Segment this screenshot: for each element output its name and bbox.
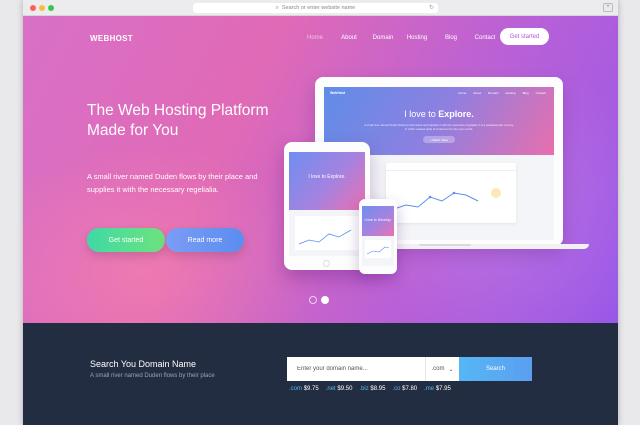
domain-search-section: Search You Domain Name A small river nam… [23, 323, 618, 425]
nav-hosting[interactable]: Hosting [400, 33, 434, 43]
tld-select[interactable]: .com ⌄ [425, 357, 459, 381]
tld-price-item: .co $7.80 [392, 386, 417, 392]
chevron-down-icon: ⌄ [448, 366, 454, 373]
maximize-window-button[interactable] [48, 5, 54, 11]
tld-price: $7.95 [435, 386, 451, 392]
tld-name: .me [424, 386, 435, 392]
tld-price-item: .net $9.50 [326, 386, 353, 392]
site-logo[interactable]: WEBHOST [90, 34, 133, 43]
laptop-nav-item: Blog [522, 91, 529, 95]
header-get-started-button[interactable]: Get started [500, 28, 549, 45]
nav-domain[interactable]: Domain [366, 33, 400, 43]
tablet-chart [295, 216, 359, 250]
laptop-title-prefix: I love to [404, 109, 439, 119]
laptop-watch-button: + Watch Video [423, 136, 455, 143]
slide-dot-1[interactable] [309, 296, 317, 304]
laptop-panel-header [386, 163, 516, 171]
laptop-title: I love to Explore. [324, 109, 554, 119]
tld-price: $8.95 [370, 386, 386, 392]
reload-icon[interactable]: ↻ [429, 4, 434, 11]
hero-subtitle: A small river named Duden flows by their… [87, 172, 258, 194]
tablet-hero: I love to Explore. [289, 152, 365, 210]
laptop-nav-item: Home [458, 91, 467, 95]
tld-price: $9.50 [337, 386, 353, 392]
laptop-title-bold: Explore. [438, 109, 474, 119]
phone-chart [365, 240, 391, 258]
tld-name: .co [392, 386, 401, 392]
tablet-mockup: I love to Explore. [284, 142, 370, 270]
laptop-nav: Home About Domain Hosting Blog Contact [458, 91, 546, 95]
main-nav: Home About Domain Hosting Blog Contact [298, 33, 502, 43]
domain-input[interactable] [287, 357, 425, 381]
tablet-screen: I love to Explore. [289, 152, 365, 256]
tld-price-item: .me $7.95 [424, 386, 451, 392]
hero-section: WEBHOST Home About Domain Hosting Blog C… [23, 16, 618, 323]
nav-home[interactable]: Home [298, 33, 332, 43]
close-window-button[interactable] [30, 5, 36, 11]
phone-screen: I love to Develop. [362, 206, 394, 266]
minimize-window-button[interactable] [39, 5, 45, 11]
tld-name: .biz [359, 386, 369, 392]
tld-price: $9.75 [303, 386, 319, 392]
laptop-nav-item: Contact [535, 91, 546, 95]
slide-dot-2-active[interactable] [321, 296, 329, 304]
browser-window: ⌕ Search or enter website name ↻ + WEBHO… [23, 0, 618, 425]
read-more-button[interactable]: Read more [166, 228, 244, 252]
tld-price: $7.80 [402, 386, 418, 392]
laptop-logo: WebHost [330, 91, 346, 95]
laptop-nav-item: About [473, 91, 482, 95]
laptop-nav-item: Domain [488, 91, 499, 95]
nav-about[interactable]: About [332, 33, 366, 43]
phone-hero: I love to Develop. [362, 206, 394, 236]
tld-name: .com [289, 386, 303, 392]
domain-search-button[interactable]: Search [459, 357, 532, 381]
phone-mockup: I love to Develop. [359, 199, 397, 274]
address-placeholder: Search or enter website name [281, 5, 356, 11]
domain-section-subtitle: A small river named Duden flows by their… [90, 373, 215, 379]
laptop-notch [419, 244, 471, 246]
tld-price-item: .biz $8.95 [359, 386, 385, 392]
slider-pagination [309, 296, 329, 304]
tld-selected-value: .com [431, 366, 445, 372]
laptop-text: A small river named Duden flows by their… [364, 123, 514, 131]
tablet-home-button [323, 260, 330, 267]
tld-price-item: .com $9.75 [289, 386, 319, 392]
browser-toolbar: ⌕ Search or enter website name ↻ + [23, 0, 618, 16]
get-started-button[interactable]: Get started [87, 228, 165, 252]
nav-blog[interactable]: Blog [434, 33, 468, 43]
window-control-icon[interactable]: + [603, 3, 613, 12]
laptop-nav-item: Hosting [505, 91, 516, 95]
domain-section-title: Search You Domain Name [90, 359, 197, 369]
laptop-line-chart [393, 188, 501, 210]
address-bar[interactable]: ⌕ Search or enter website name ↻ [193, 3, 438, 13]
domain-search-form: .com ⌄ Search [287, 357, 532, 381]
nav-contact[interactable]: Contact [468, 33, 502, 43]
tld-price-list: .com $9.75 .net $9.50 .biz $8.95 .co $7.… [289, 386, 451, 392]
laptop-dashboard-panel [386, 163, 516, 223]
hero-title: The Web Hosting Platform Made for You [87, 102, 269, 139]
phone-title: I love to Develop. [364, 218, 392, 222]
tablet-title: I love to Explore. [308, 174, 346, 180]
tld-name: .net [325, 386, 336, 392]
search-icon: ⌕ [275, 4, 279, 11]
